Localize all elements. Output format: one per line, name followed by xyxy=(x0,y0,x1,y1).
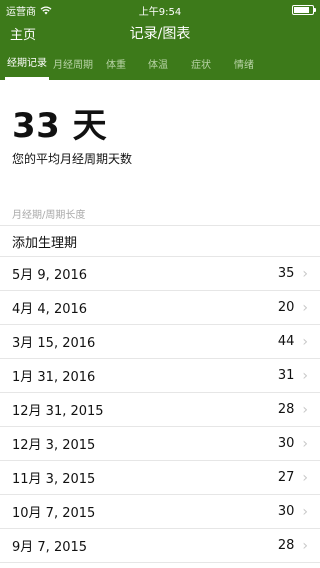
record-date: 9月 7, 2015 xyxy=(12,540,88,555)
status-left: 运营商 xyxy=(6,3,52,18)
record-days: 28 xyxy=(277,402,295,417)
records-list: 5月 9, 2016 35 › 4月 4, 2016 20 › 3月 15, 201… xyxy=(0,257,320,563)
record-date: 12月 3, 2015 xyxy=(12,438,96,453)
average-cycle-label: 您的平均月经周期天数 xyxy=(12,152,133,166)
section-header: 月经期/周期长度 xyxy=(0,200,320,226)
record-date: 10月 7, 2015 xyxy=(12,506,96,521)
chevron-right-icon: › xyxy=(302,435,308,452)
record-row[interactable]: 5月 9, 2016 35 › xyxy=(0,257,320,291)
battery-fill xyxy=(294,7,310,13)
tab-temperature[interactable]: 体温 xyxy=(135,46,181,80)
add-period-button[interactable]: 添加生理期 xyxy=(0,226,320,257)
record-date: 5月 9, 2016 xyxy=(12,268,88,283)
record-days: 31 xyxy=(277,368,295,383)
record-date: 3月 15, 2016 xyxy=(12,336,96,351)
chevron-right-icon: › xyxy=(302,503,308,520)
tab-symptoms[interactable]: 症状 xyxy=(181,46,221,80)
record-days: 30 xyxy=(277,436,295,451)
tab-bar: 经期记录 月经周期 体重 体温 症状 情绪 xyxy=(0,46,320,80)
page-title: 记录/图表 xyxy=(129,26,191,42)
record-row[interactable]: 12月 31, 2015 28 › xyxy=(0,393,320,427)
chevron-right-icon: › xyxy=(302,537,308,554)
record-days: 28 xyxy=(277,538,295,553)
record-date: 4月 4, 2016 xyxy=(12,302,88,317)
chevron-right-icon: › xyxy=(302,469,308,486)
record-row[interactable]: 12月 3, 2015 30 › xyxy=(0,427,320,461)
record-date: 11月 3, 2015 xyxy=(12,472,96,487)
carrier-label: 运营商 xyxy=(6,6,36,18)
average-cycle-value: 33 天 xyxy=(12,106,108,146)
record-row[interactable]: 9月 7, 2015 28 › xyxy=(0,529,320,563)
record-days: 30 xyxy=(277,504,295,519)
home-button[interactable]: 主页 xyxy=(0,24,36,43)
record-row[interactable]: 1月 31, 2016 31 › xyxy=(0,359,320,393)
record-days: 35 xyxy=(277,266,295,281)
record-row[interactable]: 11月 3, 2015 27 › xyxy=(0,461,320,495)
battery-icon xyxy=(292,5,316,15)
record-row[interactable]: 3月 15, 2016 44 › xyxy=(0,325,320,359)
top-header: 运营商 上午9:54 主页 记录/图表 经期记录 月经周期 体重 体温 症状 情… xyxy=(0,0,320,80)
chevron-right-icon: › xyxy=(302,401,308,418)
summary-panel: 33 天 您的平均月经周期天数 xyxy=(0,80,320,200)
tab-cycle[interactable]: 月经周期 xyxy=(49,46,97,80)
record-days: 44 xyxy=(277,334,295,349)
record-days: 27 xyxy=(277,470,295,485)
wifi-icon xyxy=(40,5,52,14)
chevron-right-icon: › xyxy=(302,333,308,350)
record-date: 12月 31, 2015 xyxy=(12,404,104,419)
chevron-right-icon: › xyxy=(302,367,308,384)
record-row[interactable]: 10月 7, 2015 30 › xyxy=(0,495,320,529)
tab-mood[interactable]: 情绪 xyxy=(221,46,267,80)
tab-period-records[interactable]: 经期记录 xyxy=(5,46,49,80)
status-bar: 运营商 上午9:54 xyxy=(0,0,320,20)
record-row[interactable]: 4月 4, 2016 20 › xyxy=(0,291,320,325)
record-date: 1月 31, 2016 xyxy=(12,370,96,385)
nav-bar: 主页 记录/图表 xyxy=(0,20,320,46)
tab-weight[interactable]: 体重 xyxy=(97,46,135,80)
chevron-right-icon: › xyxy=(302,265,308,282)
chevron-right-icon: › xyxy=(302,299,308,316)
record-days: 20 xyxy=(277,300,295,315)
